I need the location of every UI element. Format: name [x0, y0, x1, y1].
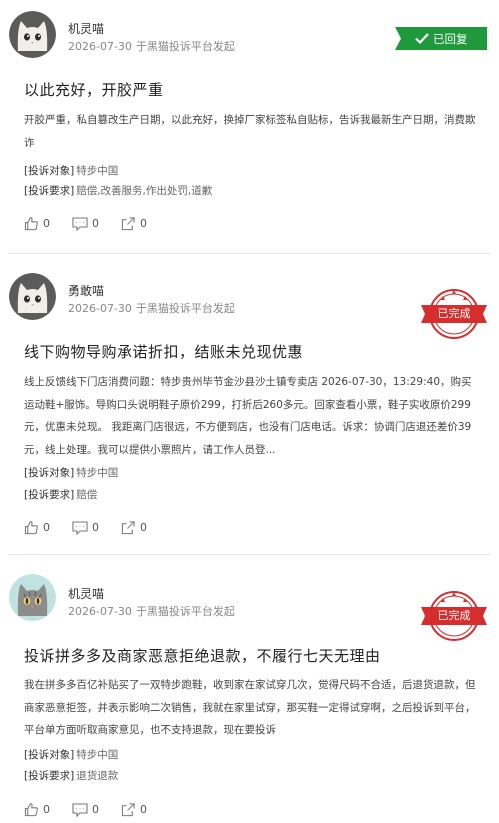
complaint-title[interactable]: 线下购物导购承诺折扣，结账未兑现优惠 — [24, 341, 303, 362]
post-source: 于黑猫投诉平台发起 — [135, 605, 235, 618]
post-date: 2026-07-30 — [68, 40, 132, 53]
share-button[interactable]: 0 — [121, 520, 147, 535]
share-button[interactable]: 0 — [121, 802, 147, 817]
target-label: [投诉对象] — [24, 165, 75, 177]
target-label: [投诉对象] — [24, 749, 75, 761]
demand-value: 赔偿,改善服务,作出处罚,道歉 — [76, 185, 213, 197]
complaint-card[interactable]: 机灵喵 2026-07-30 于黑猫投诉平台发起 已完成 投诉拼多多及商家恶意拒绝… — [0, 555, 499, 823]
comment-count: 0 — [92, 217, 99, 230]
complaint-title[interactable]: 投诉拼多多及商家恶意拒绝退款，不履行七天无理由 — [24, 645, 381, 666]
avatar[interactable] — [9, 11, 56, 58]
action-bar: 0 0 0 — [24, 802, 169, 817]
avatar[interactable] — [9, 574, 56, 621]
like-count: 0 — [43, 217, 50, 230]
thumbs-up-icon — [24, 803, 38, 817]
username[interactable]: 机灵喵 — [68, 585, 104, 602]
complaint-card[interactable]: 勇敢喵 2026-07-30 于黑猫投诉平台发起 已完成 线下购物导购承诺折扣，结… — [0, 254, 499, 555]
comment-icon — [72, 216, 88, 231]
complaint-target: [投诉对象] 特步中国 — [24, 747, 118, 762]
complaint-body[interactable]: 我在拼多多百亿补贴买了一双特步跑鞋，收到家在家试穿几次，觉得尺码不合适，后退货退… — [24, 674, 479, 742]
share-count: 0 — [140, 803, 147, 816]
status-label: 已回复 — [433, 31, 468, 46]
demand-value: 退货退款 — [76, 770, 119, 782]
username[interactable]: 机灵喵 — [68, 20, 104, 37]
avatar[interactable] — [9, 273, 56, 320]
stamp-label: 已完成 — [437, 609, 471, 622]
target-value[interactable]: 特步中国 — [76, 467, 118, 479]
thumbs-up-icon — [24, 521, 38, 535]
action-bar: 0 0 0 — [24, 520, 169, 535]
comment-count: 0 — [92, 803, 99, 816]
like-button[interactable]: 0 — [24, 216, 50, 231]
status-stamp-completed: 已完成 — [419, 288, 489, 340]
like-button[interactable]: 0 — [24, 520, 50, 535]
post-meta: 2026-07-30 于黑猫投诉平台发起 — [68, 603, 235, 619]
share-button[interactable]: 0 — [121, 216, 147, 231]
thumbs-up-icon — [24, 217, 38, 231]
share-count: 0 — [140, 217, 147, 230]
target-value[interactable]: 特步中国 — [76, 165, 118, 177]
demand-label: [投诉要求] — [24, 489, 75, 501]
share-icon — [121, 217, 135, 231]
complaint-demand: [投诉要求] 赔偿 — [24, 487, 97, 502]
complaint-feed: 机灵喵 2026-07-30 于黑猫投诉平台发起 已回复 以此充好，开胶严重 开胶… — [0, 0, 499, 823]
share-count: 0 — [140, 521, 147, 534]
post-source: 于黑猫投诉平台发起 — [135, 40, 235, 53]
target-label: [投诉对象] — [24, 467, 75, 479]
post-date: 2026-07-30 — [68, 605, 132, 618]
share-icon — [121, 803, 135, 817]
comment-icon — [72, 802, 88, 817]
action-bar: 0 0 0 — [24, 216, 169, 231]
complaint-target: [投诉对象] 特步中国 — [24, 163, 118, 178]
demand-value: 赔偿 — [76, 489, 98, 501]
comment-button[interactable]: 0 — [72, 802, 99, 817]
comment-count: 0 — [92, 521, 99, 534]
cat-avatar-icon — [9, 574, 56, 621]
like-count: 0 — [43, 803, 50, 816]
complaint-body[interactable]: 开胶严重，私自篡改生产日期，以此充好，换掉厂家标签私自贴标，告诉我最新生产日期，… — [24, 109, 479, 154]
username[interactable]: 勇敢喵 — [68, 282, 104, 299]
complaint-demand: [投诉要求] 退货退款 — [24, 768, 118, 783]
status-stamp-completed: 已完成 — [419, 590, 489, 642]
stamp-label: 已完成 — [437, 307, 471, 320]
complaint-body[interactable]: 线上反馈线下门店消费问题：特步贵州毕节金沙县沙土镇专卖店 2026-07-30，… — [24, 371, 479, 461]
comment-icon — [72, 520, 88, 535]
cat-avatar-icon — [9, 273, 56, 320]
demand-label: [投诉要求] — [24, 185, 75, 197]
post-meta: 2026-07-30 于黑猫投诉平台发起 — [68, 38, 235, 54]
complaint-card[interactable]: 机灵喵 2026-07-30 于黑猫投诉平台发起 已回复 以此充好，开胶严重 开胶… — [0, 0, 499, 254]
complaint-target: [投诉对象] 特步中国 — [24, 465, 118, 480]
comment-button[interactable]: 0 — [72, 216, 99, 231]
post-meta: 2026-07-30 于黑猫投诉平台发起 — [68, 300, 235, 316]
status-badge-replied: 已回复 — [395, 27, 487, 50]
complaint-demand: [投诉要求] 赔偿,改善服务,作出处罚,道歉 — [24, 183, 212, 198]
comment-button[interactable]: 0 — [72, 520, 99, 535]
like-button[interactable]: 0 — [24, 802, 50, 817]
complaint-title[interactable]: 以此充好，开胶严重 — [24, 79, 164, 100]
demand-label: [投诉要求] — [24, 770, 75, 782]
like-count: 0 — [43, 521, 50, 534]
share-icon — [121, 521, 135, 535]
target-value[interactable]: 特步中国 — [76, 749, 118, 761]
post-source: 于黑猫投诉平台发起 — [135, 302, 235, 315]
checkmark-icon — [415, 33, 429, 44]
cat-avatar-icon — [9, 11, 56, 58]
post-date: 2026-07-30 — [68, 302, 132, 315]
